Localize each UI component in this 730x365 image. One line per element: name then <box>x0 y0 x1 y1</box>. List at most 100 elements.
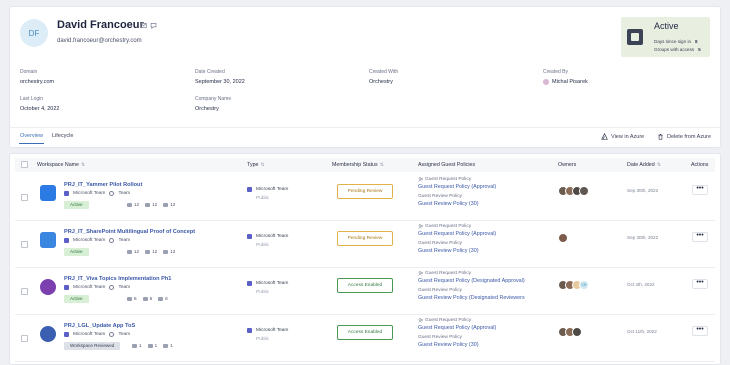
col-membership-status[interactable]: Membership Status ⇅ <box>332 162 384 168</box>
members-count-icon <box>145 249 151 254</box>
owners-count-icon <box>127 296 132 301</box>
guest-request-policy-link[interactable]: Guest Request Policy (Approval) <box>418 325 496 331</box>
teams-icon <box>64 332 69 337</box>
date-added: Sep 30th, 2022 <box>627 188 659 193</box>
table-row[interactable]: PRJ_IT_Yammer Pilot Rollout Microsoft Te… <box>15 174 715 221</box>
field-domain: Domain orchestry.com <box>20 69 55 85</box>
guest-review-policy-link[interactable]: Guest Review Policy (30) <box>418 342 496 348</box>
workspace-name-link[interactable]: PRJ_LGL_Update App ToS <box>64 323 135 329</box>
guest-request-icon <box>418 224 423 229</box>
workspace-meta: Microsoft Team Team <box>64 285 130 290</box>
globe-icon <box>109 332 115 337</box>
table-header: Workspace Name ⇅ Type ⇅ Membership Status ⇅… <box>15 158 715 172</box>
legal-app-icon <box>40 326 56 342</box>
row-checkbox[interactable] <box>21 194 28 201</box>
user-profile-card: DF David Francoeur david.francoeur@orche… <box>9 6 721 148</box>
view-in-azure-button[interactable]: View in Azure <box>601 133 644 140</box>
row-actions-button[interactable]: ••• <box>692 326 708 336</box>
member-counts: 12 12 12 <box>127 249 175 254</box>
membership-status-button[interactable]: Access Enabled <box>337 278 393 293</box>
date-added: Oct 4th, 2022 <box>627 282 655 287</box>
workspace-type: Microsoft Team Public <box>247 234 288 248</box>
row-actions-button[interactable]: ••• <box>692 279 708 289</box>
field-created-with: Created With Orchestry <box>369 69 399 85</box>
tab-lifecycle[interactable]: Lifecycle <box>52 133 73 139</box>
sort-icon: ⇅ <box>260 162 265 168</box>
owners-avatars: CR <box>558 280 589 290</box>
row-checkbox[interactable] <box>21 241 28 248</box>
membership-status-button[interactable]: Pending Review <box>337 231 393 246</box>
guest-request-policy-link[interactable]: Guest Request Policy (Approval) <box>418 184 496 190</box>
workspace-meta: Microsoft Team Team <box>64 191 130 196</box>
sort-icon: ⇅ <box>379 162 384 168</box>
delete-from-azure-button[interactable]: Delete from Azure <box>657 133 711 140</box>
col-workspace-name[interactable]: Workspace Name ⇅ <box>37 162 85 168</box>
avatar: DF <box>20 19 48 47</box>
member-counts: 12 12 12 <box>127 202 175 207</box>
guest-review-policy-link[interactable]: Guest Review Policy (30) <box>418 248 496 254</box>
avatar <box>558 233 568 243</box>
row-actions-button[interactable]: ••• <box>692 185 708 195</box>
status-badge: Workspace Reviewed <box>64 342 121 350</box>
col-actions: Actions <box>691 162 709 168</box>
col-assigned-guest-policies: Assigned Guest Policies <box>418 162 476 168</box>
guest-request-policy-link[interactable]: Guest Request Policy (Designated Approva… <box>418 278 525 284</box>
teams-icon <box>247 328 252 333</box>
status-badge: Active <box>64 248 89 256</box>
status-badge: Active <box>64 201 89 209</box>
guests-count-icon <box>163 249 169 254</box>
workspace-name-link[interactable]: PRJ_IT_Yammer Pilot Rollout <box>64 182 142 188</box>
field-last-login: Last Login October 4, 2022 <box>20 96 60 112</box>
user-name: David Francoeur <box>57 19 144 31</box>
viva-app-icon <box>40 279 56 295</box>
date-added: Oct 11th, 2022 <box>627 329 657 334</box>
avatar: CR <box>579 280 589 290</box>
membership-status-button[interactable]: Access Enabled <box>337 325 393 340</box>
mail-icon[interactable] <box>140 22 147 29</box>
members-count-icon <box>145 202 151 207</box>
workspace-name-link[interactable]: PRJ_IT_SharePoint Multilingual Proof of … <box>64 229 195 235</box>
row-actions-button[interactable]: ••• <box>692 232 708 242</box>
guest-policies: Guest Request Policy Guest Request Polic… <box>418 177 497 207</box>
col-type[interactable]: Type ⇅ <box>247 162 265 168</box>
col-date-added[interactable]: Date Added ⇅ <box>627 162 661 168</box>
translate-app-icon <box>40 232 56 248</box>
membership-status-button[interactable]: Pending Review <box>337 184 393 199</box>
globe-icon <box>109 191 115 196</box>
workspace-name-link[interactable]: PRJ_IT_Viva Topics Implementation Ph1 <box>64 276 171 282</box>
table-row[interactable]: PRJ_IT_Viva Topics Implementation Ph1 Mi… <box>15 268 715 315</box>
table-row[interactable]: PRJ_LGL_Update App ToS Microsoft Team Tea… <box>15 315 715 362</box>
date-added: Sep 30th, 2022 <box>627 235 659 240</box>
sort-icon: ⇅ <box>81 162 86 168</box>
sort-icon: ⇅ <box>656 162 661 168</box>
select-all-checkbox[interactable] <box>21 161 28 168</box>
guests-count-icon <box>163 202 169 207</box>
guest-policies: Guest Request Policy Guest Request Polic… <box>418 224 497 254</box>
guest-request-policy-link[interactable]: Guest Request Policy (Approval) <box>418 231 496 237</box>
field-created-by: Created By Michal Pisarek <box>543 69 588 85</box>
owners-avatars <box>558 186 589 196</box>
field-date-created: Date Created September 30, 2022 <box>195 69 245 85</box>
chat-icon[interactable] <box>150 22 157 29</box>
groups-with-access: Groups with access 5 <box>654 47 701 52</box>
workspace-meta: Microsoft Team Team <box>64 238 130 243</box>
teams-icon <box>247 187 252 192</box>
owners-count-icon <box>127 202 132 207</box>
teams-icon <box>247 234 252 239</box>
guest-review-policy-link[interactable]: Guest Review Policy (30) <box>418 201 496 207</box>
avatar <box>579 186 589 196</box>
guest-review-policy-link[interactable]: Guest Review Policy (Designated Reviewer… <box>418 295 525 301</box>
teams-icon <box>64 285 69 290</box>
teams-icon <box>247 281 252 286</box>
guest-request-icon <box>418 318 423 323</box>
yammer-app-icon <box>40 185 56 201</box>
status-box: Active Days since sign in 8 Groups with a… <box>621 17 710 57</box>
row-checkbox[interactable] <box>21 335 28 342</box>
table-row[interactable]: PRJ_IT_SharePoint Multilingual Proof of … <box>15 221 715 268</box>
globe-icon <box>109 285 115 290</box>
tab-overview[interactable]: Overview <box>19 133 44 144</box>
row-checkbox[interactable] <box>21 288 28 295</box>
workspace-type: Microsoft Team Public <box>247 328 288 342</box>
owners-count-icon <box>127 249 132 254</box>
guest-policies: Guest Request Policy Guest Request Polic… <box>418 318 497 348</box>
